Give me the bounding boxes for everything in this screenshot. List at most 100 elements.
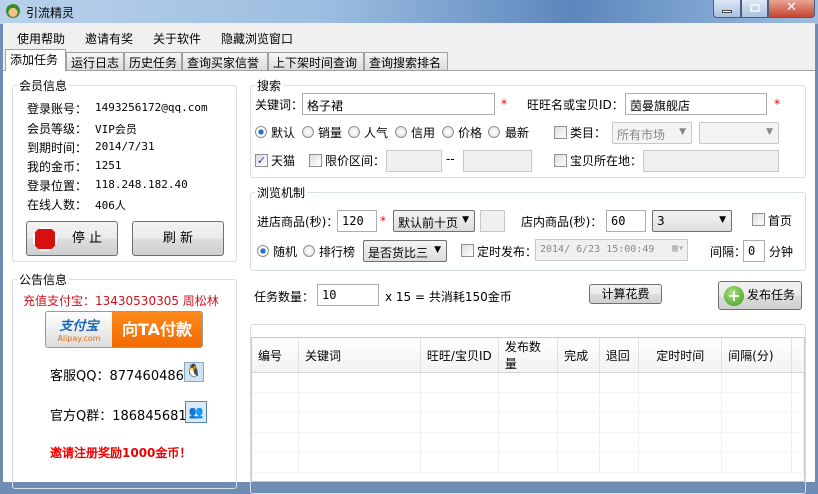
qq-text: 客服QQ：877460486 [50,369,184,384]
refresh-button[interactable]: 刷 新 [132,221,224,256]
tab-listing-time[interactable]: 上下架时间查询 [268,52,364,70]
keyword-input[interactable]: 格子裙 [302,93,495,115]
price-max-input[interactable] [463,150,532,172]
shop-label: 旺旺名或宝贝ID： [527,98,624,112]
sort-price-label: 价格 [458,126,483,140]
member-info-title: 会员信息 [17,77,70,94]
interval-label: 间隔： [710,245,747,259]
sort-sales-radio[interactable] [302,126,314,138]
col-done[interactable]: 完成 [557,338,600,373]
sort-default-radio[interactable] [255,126,267,138]
alipay-pay-button[interactable]: 支付宝 Alipay.com 向TA付款 [45,311,203,348]
task-count-label: 任务数量： [254,290,315,304]
menu-bar: 使用帮助 邀请有奖 关于软件 隐藏浏览窗口 [3,26,815,48]
timed-publish-label: 定时发布： [477,245,538,259]
item-location-input[interactable] [643,150,779,172]
location-checkbox[interactable] [554,154,567,167]
menu-invite[interactable]: 邀请有奖 [85,30,133,47]
tab-history[interactable]: 历史任务 [124,52,182,70]
random-label: 随机 [273,245,298,259]
tab-buyer-credit[interactable]: 查询买家信誉 [182,52,268,70]
inner-time-input[interactable]: 60 [606,210,646,232]
qq-group-icon[interactable]: 👥 [185,401,207,423]
sort-credit-radio[interactable] [395,126,407,138]
category-checkbox[interactable] [554,126,567,139]
app-icon [6,4,20,18]
cost-text: x 15 = 共消耗150金币 [385,290,512,304]
col-keyword[interactable]: 关键词 [298,338,421,373]
table-row [252,432,804,453]
qgroup-text: 官方Q群：186845681 [50,409,187,424]
required-mark: * [501,97,507,111]
qq-penguin-icon[interactable]: 🐧 [184,362,204,382]
timed-publish-datetime[interactable]: 2014/ 6/23 15:00:49 ▦▾ [535,239,688,261]
calculate-cost-button[interactable]: 计算花费 [589,284,662,304]
stop-button[interactable]: 停 止 [26,221,118,256]
task-count-input[interactable]: 10 [317,284,379,306]
notice-title: 公告信息 [17,271,70,288]
tab-run-log[interactable]: 运行日志 [66,52,124,70]
item-location-label: 宝贝所在地： [570,154,643,168]
category-select[interactable]: 所有市场 ▼ [612,122,692,144]
tab-add-task[interactable]: 添加任务 [5,49,66,71]
inner-count-select[interactable]: 3 ▼ [652,210,732,232]
interval-input[interactable]: 0 [743,240,765,262]
timed-publish-checkbox[interactable] [461,244,474,257]
col-id[interactable]: 编号 [252,338,300,373]
sort-sales-label: 销量 [318,126,343,140]
expire-value: 2014/7/31 [95,140,155,153]
price-separator: -- [446,152,455,166]
table-header-row: 编号 关键词 旺旺/宝贝ID 发布数量 完成 退回 定时时间 间隔(分) [252,338,804,373]
tmall-checkbox[interactable]: ✓ [255,154,268,167]
level-value: VIP会员 [95,123,137,136]
inner-time-label: 店内商品(秒)： [521,215,603,229]
task-table: 编号 关键词 旺旺/宝贝ID 发布数量 完成 退回 定时时间 间隔(分) [251,337,805,482]
menu-help[interactable]: 使用帮助 [17,30,65,47]
col-returned[interactable]: 退回 [599,338,640,373]
sort-popularity-radio[interactable] [348,126,360,138]
enter-time-label: 进店商品(秒)： [257,215,339,229]
random-radio[interactable] [257,245,269,257]
col-interval[interactable]: 间隔(分) [721,338,792,373]
window-title: 引流精灵 [26,6,75,20]
col-scheduled-time[interactable]: 定时时间 [638,338,723,373]
keyword-label: 关键词： [255,98,304,112]
maximize-button[interactable] [741,0,768,18]
alipay-account-text: 充值支付宝：13430530305 周松林 [23,294,219,308]
col-publish-count[interactable]: 发布数量 [498,338,559,373]
category-label: 类目： [570,126,607,140]
location-label: 登录位置： [27,179,88,193]
pages-select[interactable]: 默认前十页 ▼ [393,210,475,232]
compare-select[interactable]: 是否货比三 ▼ [363,240,447,262]
required-mark: * [380,214,386,228]
table-row [252,392,804,413]
col-shop-id[interactable]: 旺旺/宝贝ID [420,338,499,373]
price-min-input[interactable] [386,150,442,172]
sort-credit-label: 信用 [411,126,436,140]
rank-label: 排行榜 [319,245,356,259]
enter-time-input[interactable]: 120 [337,210,377,232]
online-value: 406人 [95,199,126,212]
shop-input[interactable]: 茵曼旗舰店 [625,93,767,115]
rank-radio[interactable] [303,245,315,257]
subcategory-select[interactable]: ▼ [699,122,779,144]
menu-about[interactable]: 关于软件 [153,30,201,47]
sort-price-radio[interactable] [442,126,454,138]
pages-extra-input[interactable] [480,210,505,232]
homepage-checkbox[interactable] [752,213,765,226]
table-row [252,412,804,433]
minimize-button[interactable] [713,0,741,18]
title-bar [0,0,818,24]
publish-task-button[interactable]: + 发布任务 [718,281,802,310]
price-range-checkbox[interactable] [309,154,322,167]
search-title: 搜索 [255,77,284,94]
price-range-label: 限价区间： [325,154,386,168]
publish-label: 发布任务 [746,288,795,302]
tab-search-rank[interactable]: 查询搜索排名 [364,52,448,70]
account-label: 登录账号： [27,102,88,116]
sort-newest-radio[interactable] [488,126,500,138]
tmall-label: 天猫 [271,154,296,168]
calendar-icon: ▦▾ [671,243,684,254]
close-button[interactable]: ✕ [768,0,815,18]
menu-hide-browser[interactable]: 隐藏浏览窗口 [221,30,293,47]
